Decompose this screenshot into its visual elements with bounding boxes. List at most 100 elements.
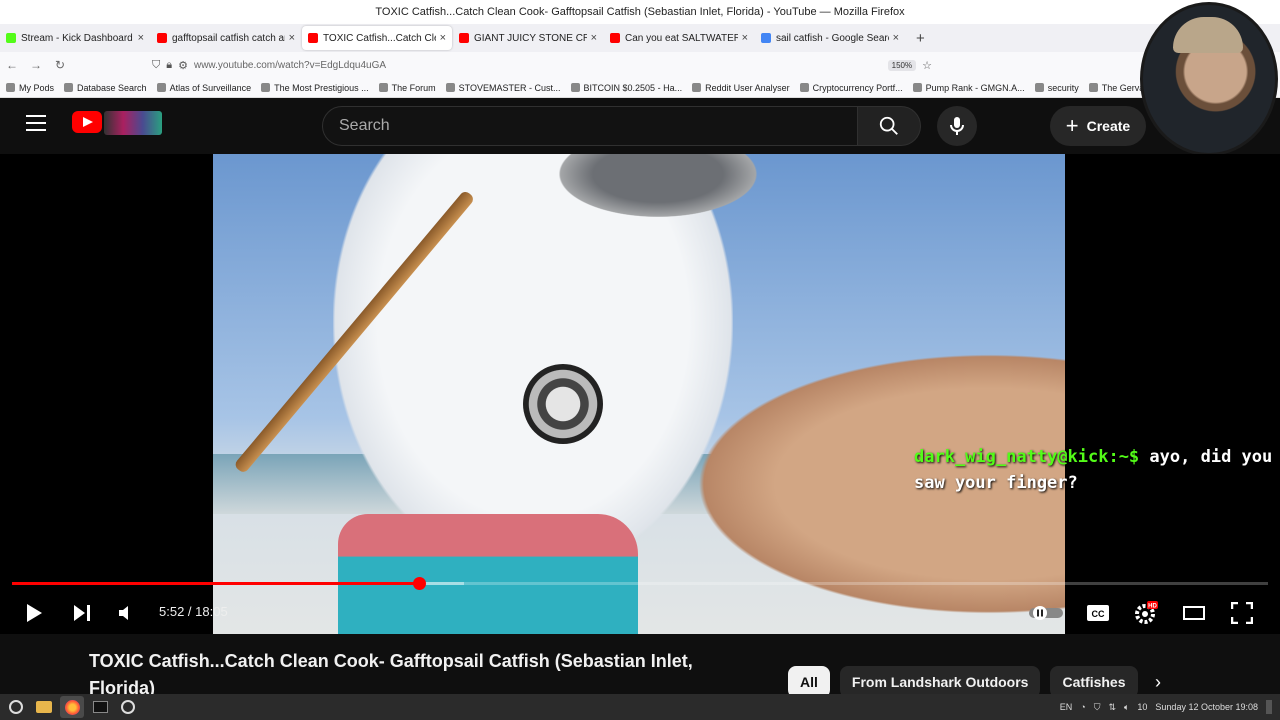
bookmark-icon xyxy=(6,83,15,92)
keyboard-layout[interactable]: EN xyxy=(1060,702,1073,712)
bookmark-icon xyxy=(156,83,166,92)
tab-label: TOXIC Catfish...Catch Clean xyxy=(323,32,436,44)
tab-close-icon[interactable]: × xyxy=(138,32,144,44)
play-button[interactable] xyxy=(16,598,52,628)
show-desktop-button[interactable] xyxy=(1266,700,1272,714)
network-icon[interactable]: ◔ xyxy=(1080,702,1085,712)
create-button[interactable]: + Create xyxy=(1050,106,1146,146)
progress-bar[interactable] xyxy=(12,577,1268,590)
player-controls: 5:52 / 18:05 CC HD xyxy=(0,592,1280,632)
terminal-icon[interactable] xyxy=(88,696,112,718)
shield-icon[interactable]: ⛉ xyxy=(152,59,160,72)
theater-mode-button[interactable] xyxy=(1176,598,1212,628)
bookmark-item[interactable]: The Forum xyxy=(378,82,436,93)
navigation-toolbar: ← → ↻ ⛉ 🔒︎ ⚙︎ www.youtube.com/watch?v=Ed… xyxy=(0,52,1280,78)
browser-tab[interactable]: Stream - Kick Dashboard × xyxy=(0,26,150,50)
video-info: TOXIC Catfish...Catch Clean Cook- Gaffto… xyxy=(0,634,1280,694)
reload-icon[interactable]: ↻ xyxy=(48,58,72,72)
tab-close-icon[interactable]: × xyxy=(440,32,446,44)
browser-tab[interactable]: gafftopsail catfish catch and × xyxy=(151,26,301,50)
filter-chip[interactable]: All xyxy=(788,666,830,694)
next-icon xyxy=(74,605,90,621)
filter-chip[interactable]: Catfishes xyxy=(1050,666,1138,694)
bookmark-icon xyxy=(912,83,922,92)
bookmark-star-icon[interactable]: ☆ xyxy=(922,59,932,72)
played-bar xyxy=(12,582,419,585)
files-icon[interactable] xyxy=(32,696,56,718)
tab-close-icon[interactable]: × xyxy=(289,32,295,44)
bookmark-label: My Pods xyxy=(19,82,55,93)
browser-tab[interactable]: GIANT JUICY STONE CRAB | × xyxy=(453,26,603,50)
forward-arrow-icon[interactable]: → xyxy=(24,58,48,72)
captions-button[interactable]: CC xyxy=(1080,598,1116,628)
video-frame[interactable] xyxy=(213,154,1065,634)
tab-label: GIANT JUICY STONE CRAB | xyxy=(474,32,587,44)
voice-search-button[interactable] xyxy=(937,106,977,146)
bookmark-label: security xyxy=(1047,82,1079,93)
next-button[interactable] xyxy=(64,598,100,628)
bookmark-icon xyxy=(261,83,271,92)
bookmark-label: Cryptocurrency Portf... xyxy=(812,82,903,93)
url-text[interactable]: www.youtube.com/watch?v=EdgLdqu4uGA xyxy=(194,60,386,71)
window-titlebar: TOXIC Catfish...Catch Clean Cook- Gaffto… xyxy=(0,0,1280,24)
zoom-level[interactable]: 150% xyxy=(887,59,917,71)
bookmark-item[interactable]: Reddit User Analyser xyxy=(692,83,790,93)
filter-chip[interactable]: From Landshark Outdoors xyxy=(839,666,1041,694)
fullscreen-icon xyxy=(1231,602,1253,624)
bookmark-item[interactable]: STOVEMASTER - Cust... xyxy=(445,82,561,93)
shield-tray-icon[interactable]: ⛉ xyxy=(1094,702,1101,713)
svg-text:CC: CC xyxy=(1092,609,1105,619)
chevron-right-icon[interactable]: › xyxy=(1155,672,1161,693)
window-title: TOXIC Catfish...Catch Clean Cook- Gaffto… xyxy=(375,6,905,18)
url-bar[interactable]: ⛉ 🔒︎ ⚙︎ www.youtube.com/watch?v=EdgLdqu4… xyxy=(152,59,932,72)
bookmark-item[interactable]: Atlas of Surveillance xyxy=(156,82,252,93)
new-tab-icon[interactable]: + xyxy=(906,30,935,47)
youtube-logo[interactable] xyxy=(72,111,102,133)
search-button[interactable] xyxy=(857,106,921,146)
bookmark-item[interactable]: Cryptocurrency Portf... xyxy=(799,82,903,93)
bookmark-icon xyxy=(1034,83,1044,92)
settings-button[interactable]: HD xyxy=(1128,598,1164,628)
tab-favicon-icon xyxy=(761,33,771,43)
browser-tab[interactable]: Can you eat SALTWATER CA × xyxy=(604,26,754,50)
bookmark-label: STOVEMASTER - Cust... xyxy=(458,82,561,93)
bookmark-icon xyxy=(378,83,388,92)
back-arrow-icon[interactable]: ← xyxy=(0,58,24,72)
svg-text:HD: HD xyxy=(1148,604,1157,610)
browser-tab[interactable]: TOXIC Catfish...Catch Clean × xyxy=(302,26,452,50)
permissions-icon[interactable]: ⚙︎ xyxy=(178,59,188,72)
tab-close-icon[interactable]: × xyxy=(893,32,899,44)
bookmark-item[interactable]: The Most Prestigious ... xyxy=(261,83,369,93)
bookmark-icon xyxy=(570,83,580,92)
update-icon[interactable]: ⇅ xyxy=(1108,702,1116,713)
fullscreen-button[interactable] xyxy=(1224,598,1260,628)
menu-icon[interactable] xyxy=(26,115,46,131)
volume-tray-icon[interactable]: 🔈︎ xyxy=(1124,702,1129,713)
bookmark-label: The Forum xyxy=(391,82,436,93)
search-input[interactable]: Search xyxy=(322,106,858,146)
scrubber-handle[interactable] xyxy=(412,577,426,590)
browser-tab[interactable]: sail catfish - Google Search × xyxy=(755,26,905,50)
tab-close-icon[interactable]: × xyxy=(742,32,748,44)
bookmark-icon xyxy=(799,83,809,92)
bookmark-item[interactable]: Database Search xyxy=(64,83,147,93)
youtube-doodle[interactable] xyxy=(104,111,162,135)
start-menu-icon[interactable] xyxy=(4,696,28,718)
bookmark-item[interactable]: security xyxy=(1034,82,1079,93)
autoplay-toggle[interactable] xyxy=(1028,598,1064,628)
bookmark-item[interactable]: Pump Rank - GMGN.A... xyxy=(912,83,1025,93)
video-player[interactable]: dark_wig_natty@kick:~$ ayo, did you saw … xyxy=(0,154,1280,634)
video-title: TOXIC Catfish...Catch Clean Cook- Gaffto… xyxy=(89,651,693,694)
captions-icon: CC xyxy=(1087,605,1109,621)
bookmark-label: Atlas of Surveillance xyxy=(169,82,252,93)
obs-icon[interactable] xyxy=(116,696,140,718)
firefox-icon[interactable] xyxy=(60,696,84,718)
time-display: 5:52 / 18:05 xyxy=(159,604,228,619)
clock[interactable]: Sunday 12 October 19:08 xyxy=(1155,702,1258,712)
bookmark-item[interactable]: BITCOIN $0.2505 - Ha... xyxy=(570,83,682,93)
bookmark-item[interactable]: My Pods xyxy=(6,83,54,93)
tab-close-icon[interactable]: × xyxy=(591,32,597,44)
lock-icon[interactable]: 🔒︎ xyxy=(166,59,172,72)
play-icon xyxy=(27,604,42,622)
volume-button[interactable] xyxy=(108,598,144,628)
